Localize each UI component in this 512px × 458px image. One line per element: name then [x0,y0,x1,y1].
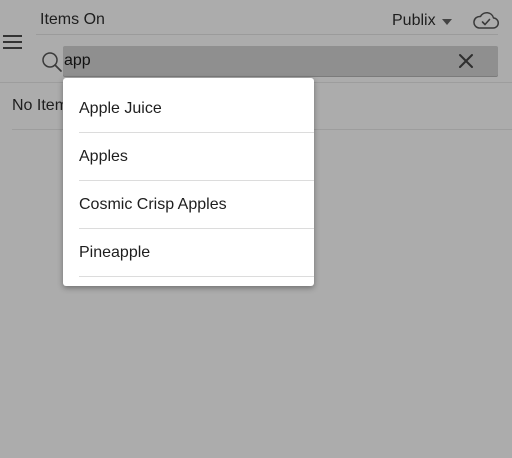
store-selector[interactable]: Publix [392,11,452,31]
search-icon [42,52,62,72]
header-divider [36,34,498,35]
hamburger-menu-icon[interactable] [2,32,24,50]
suggestion-item-apple-juice[interactable]: Apple Juice [79,85,314,133]
search-suggestions-dropdown: Apple Juice Apples Cosmic Crisp Apples P… [63,78,314,286]
cloud-check-icon[interactable] [472,10,499,30]
page-title: Items On [40,11,105,28]
store-name: Publix [392,12,436,29]
search-input[interactable] [64,48,444,74]
suggestion-item-apples[interactable]: Apples [79,133,314,181]
suggestion-item-pineapple[interactable]: Pineapple [79,229,314,277]
app-screen: Items On Publix No Items Apple Juice App… [0,0,512,458]
suggestion-item-cosmic-crisp-apples[interactable]: Cosmic Crisp Apples [79,181,314,229]
close-icon[interactable] [457,52,475,70]
caret-down-icon [441,18,452,25]
